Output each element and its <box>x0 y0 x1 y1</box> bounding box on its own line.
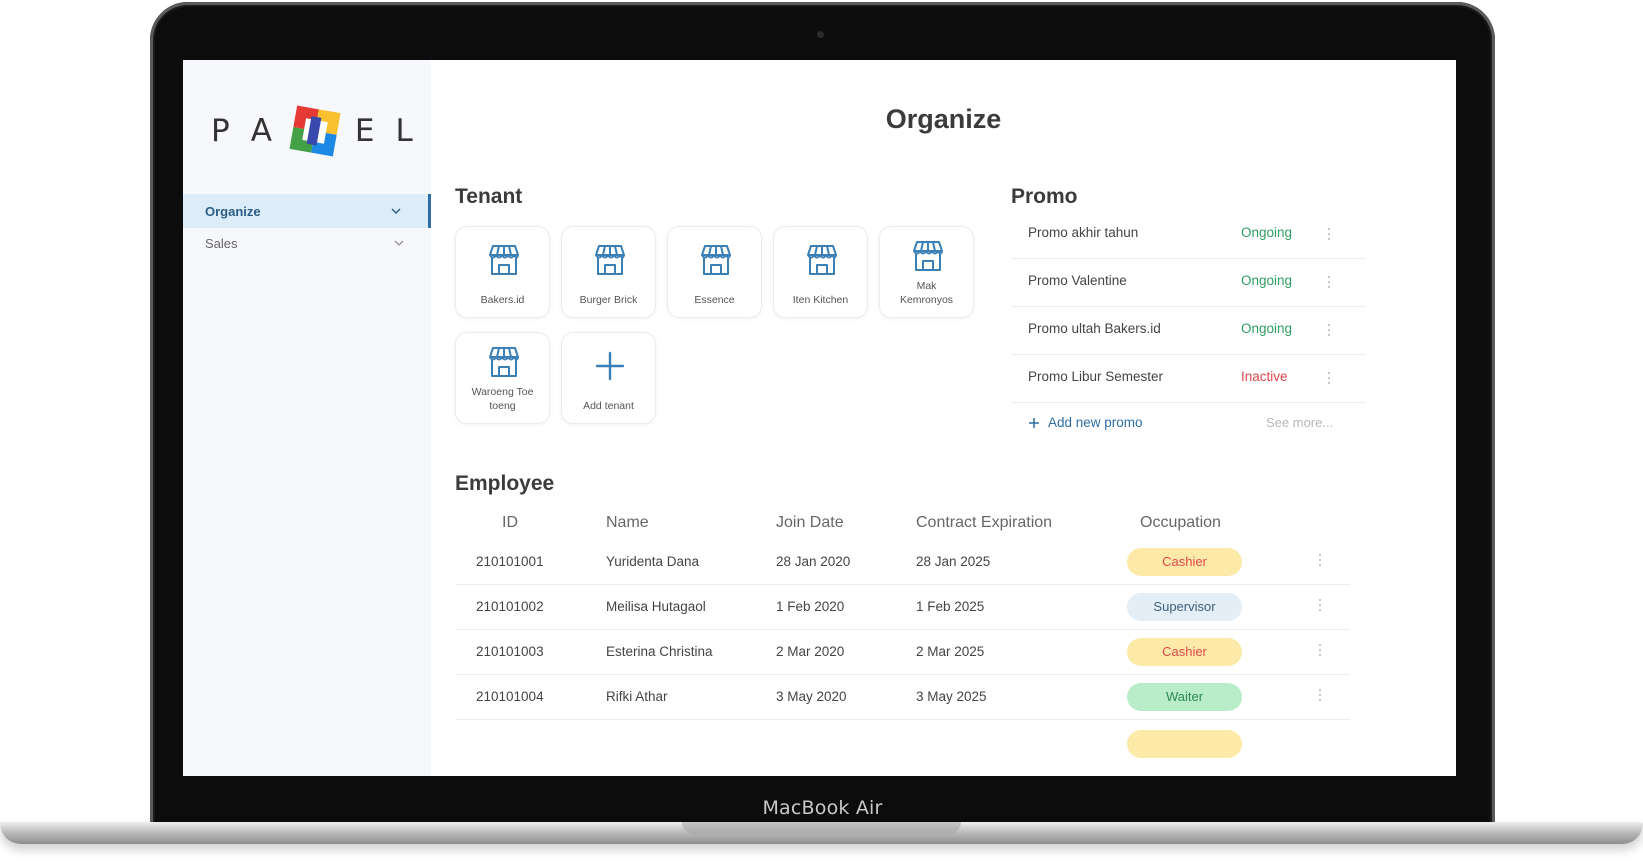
sidebar-item-label: Sales <box>205 235 238 251</box>
chevron-down-icon <box>391 208 401 214</box>
tenant-card[interactable]: Essence <box>667 226 762 318</box>
screen: P A E L Organize Sales Organize Tenant B… <box>183 60 1456 776</box>
tenant-section-title: Tenant <box>455 185 523 208</box>
table-row[interactable]: 210101004 Rifki Athar 3 May 2020 3 May 2… <box>455 675 1350 720</box>
sidebar-item-label: Organize <box>205 203 261 219</box>
store-icon <box>701 245 731 275</box>
tenant-card[interactable]: Bakers.id <box>455 226 550 318</box>
employee-contract-expiration: 2 Mar 2025 <box>916 644 985 659</box>
store-icon <box>913 241 943 271</box>
camera-icon <box>817 31 824 38</box>
occupation-badge: Waiter <box>1127 683 1242 711</box>
plus-icon <box>595 351 625 381</box>
main-content: Organize Tenant Bakers.id Burger Brick E… <box>431 60 1456 776</box>
tenant-name: Bakers.id <box>480 294 525 306</box>
logo-letter: P <box>211 113 230 149</box>
sidebar: P A E L Organize Sales <box>183 60 431 776</box>
employee-name: Yuridenta Dana <box>606 554 700 569</box>
add-promo-button[interactable]: Add new promo <box>1028 415 1143 430</box>
promo-status: Inactive <box>1241 369 1288 384</box>
promo-name: Promo Libur Semester <box>1028 369 1164 384</box>
column-header-occupation: Occupation <box>1140 514 1221 531</box>
store-icon <box>489 347 519 377</box>
tenant-card[interactable]: Burger Brick <box>561 226 656 318</box>
more-options-icon[interactable] <box>1319 554 1323 570</box>
tenant-card[interactable]: Mak Kemronyos <box>879 226 974 318</box>
see-more-link[interactable]: See more... <box>1266 415 1333 430</box>
sidebar-item-organize[interactable]: Organize <box>183 194 431 228</box>
table-row[interactable]: 210101003 Esterina Christina 2 Mar 2020 … <box>455 630 1350 675</box>
employee-name: Rifki Athar <box>606 689 668 704</box>
promo-name: Promo ultah Bakers.id <box>1028 321 1161 336</box>
employee-id: 210101001 <box>476 554 544 569</box>
occupation-badge: Cashier <box>1127 548 1242 576</box>
employee-contract-expiration: 1 Feb 2025 <box>916 599 985 614</box>
more-options-icon[interactable] <box>1328 324 1332 340</box>
promo-row[interactable]: Promo akhir tahun Ongoing <box>1011 210 1366 259</box>
chevron-down-icon <box>394 240 404 246</box>
employee-join-date: 3 May 2020 <box>776 689 847 704</box>
table-row[interactable]: 210101002 Meilisa Hutagaol 1 Feb 2020 1 … <box>455 585 1350 630</box>
column-header-name: Name <box>606 514 649 531</box>
sidebar-item-sales[interactable]: Sales <box>183 226 431 260</box>
promo-row[interactable]: Promo Valentine Ongoing <box>1011 258 1366 307</box>
more-options-icon[interactable] <box>1319 689 1323 705</box>
add-tenant-label: Add tenant <box>583 400 634 412</box>
promo-row[interactable]: Promo Libur Semester Inactive <box>1011 354 1366 403</box>
employee-id: 210101002 <box>476 599 544 614</box>
tenant-name: Mak Kemronyos <box>899 280 954 306</box>
tenant-name: Essence <box>694 294 735 306</box>
plus-icon <box>1029 417 1039 428</box>
occupation-badge: Cashier <box>1127 638 1242 666</box>
occupation-badge <box>1127 730 1242 758</box>
more-options-icon[interactable] <box>1328 228 1332 244</box>
tenant-card[interactable]: Iten Kitchen <box>773 226 868 318</box>
page-title: Organize <box>885 104 1002 134</box>
logo-mark-icon <box>289 105 341 157</box>
promo-name: Promo akhir tahun <box>1028 225 1139 240</box>
laptop-notch <box>682 822 961 834</box>
table-row[interactable]: 210101001 Yuridenta Dana 28 Jan 2020 28 … <box>455 540 1350 585</box>
promo-name: Promo Valentine <box>1028 273 1127 288</box>
column-header-id: ID <box>502 514 518 531</box>
column-header-contract-expiration: Contract Expiration <box>916 514 1053 531</box>
more-options-icon[interactable] <box>1319 644 1323 660</box>
employee-join-date: 28 Jan 2020 <box>776 554 851 569</box>
device-label: MacBook Air <box>762 797 883 819</box>
add-promo-label: Add new promo <box>1048 415 1143 430</box>
store-icon <box>595 245 625 275</box>
employee-id: 210101003 <box>476 644 544 659</box>
promo-row[interactable]: Promo ultah Bakers.id Ongoing <box>1011 306 1366 355</box>
employee-id: 210101004 <box>476 689 544 704</box>
employee-contract-expiration: 28 Jan 2025 <box>916 554 991 569</box>
promo-status: Ongoing <box>1241 321 1293 336</box>
table-row-partial <box>455 720 1350 765</box>
store-icon <box>807 245 837 275</box>
more-options-icon[interactable] <box>1319 599 1323 615</box>
more-options-icon[interactable] <box>1328 276 1332 292</box>
promo-list: Promo akhir tahun Ongoing Promo Valentin… <box>1011 210 1366 430</box>
tenant-name: Waroeng Toe toeng <box>471 386 534 412</box>
tenant-card[interactable]: Waroeng Toe toeng <box>455 332 550 424</box>
tenant-name: Burger Brick <box>579 294 638 306</box>
store-icon <box>489 245 519 275</box>
promo-status: Ongoing <box>1241 225 1293 240</box>
promo-status: Ongoing <box>1241 273 1293 288</box>
tenant-name: Iten Kitchen <box>792 294 849 306</box>
logo-letter: E <box>354 113 375 149</box>
employee-name: Meilisa Hutagaol <box>606 599 706 614</box>
logo-letter: L <box>395 113 413 149</box>
employee-contract-expiration: 3 May 2025 <box>916 689 987 704</box>
employee-table: ID Name Join Date Contract Expiration Oc… <box>455 456 1350 776</box>
column-header-join-date: Join Date <box>776 514 844 531</box>
employee-name: Esterina Christina <box>606 644 713 659</box>
logo[interactable]: P A E L <box>211 104 434 158</box>
employee-join-date: 2 Mar 2020 <box>776 644 845 659</box>
occupation-badge: Supervisor <box>1127 593 1242 621</box>
promo-section-title: Promo <box>1011 185 1078 208</box>
more-options-icon[interactable] <box>1328 372 1332 388</box>
add-tenant-button[interactable]: Add tenant <box>561 332 656 424</box>
logo-letter: A <box>250 113 272 149</box>
employee-join-date: 1 Feb 2020 <box>776 599 845 614</box>
